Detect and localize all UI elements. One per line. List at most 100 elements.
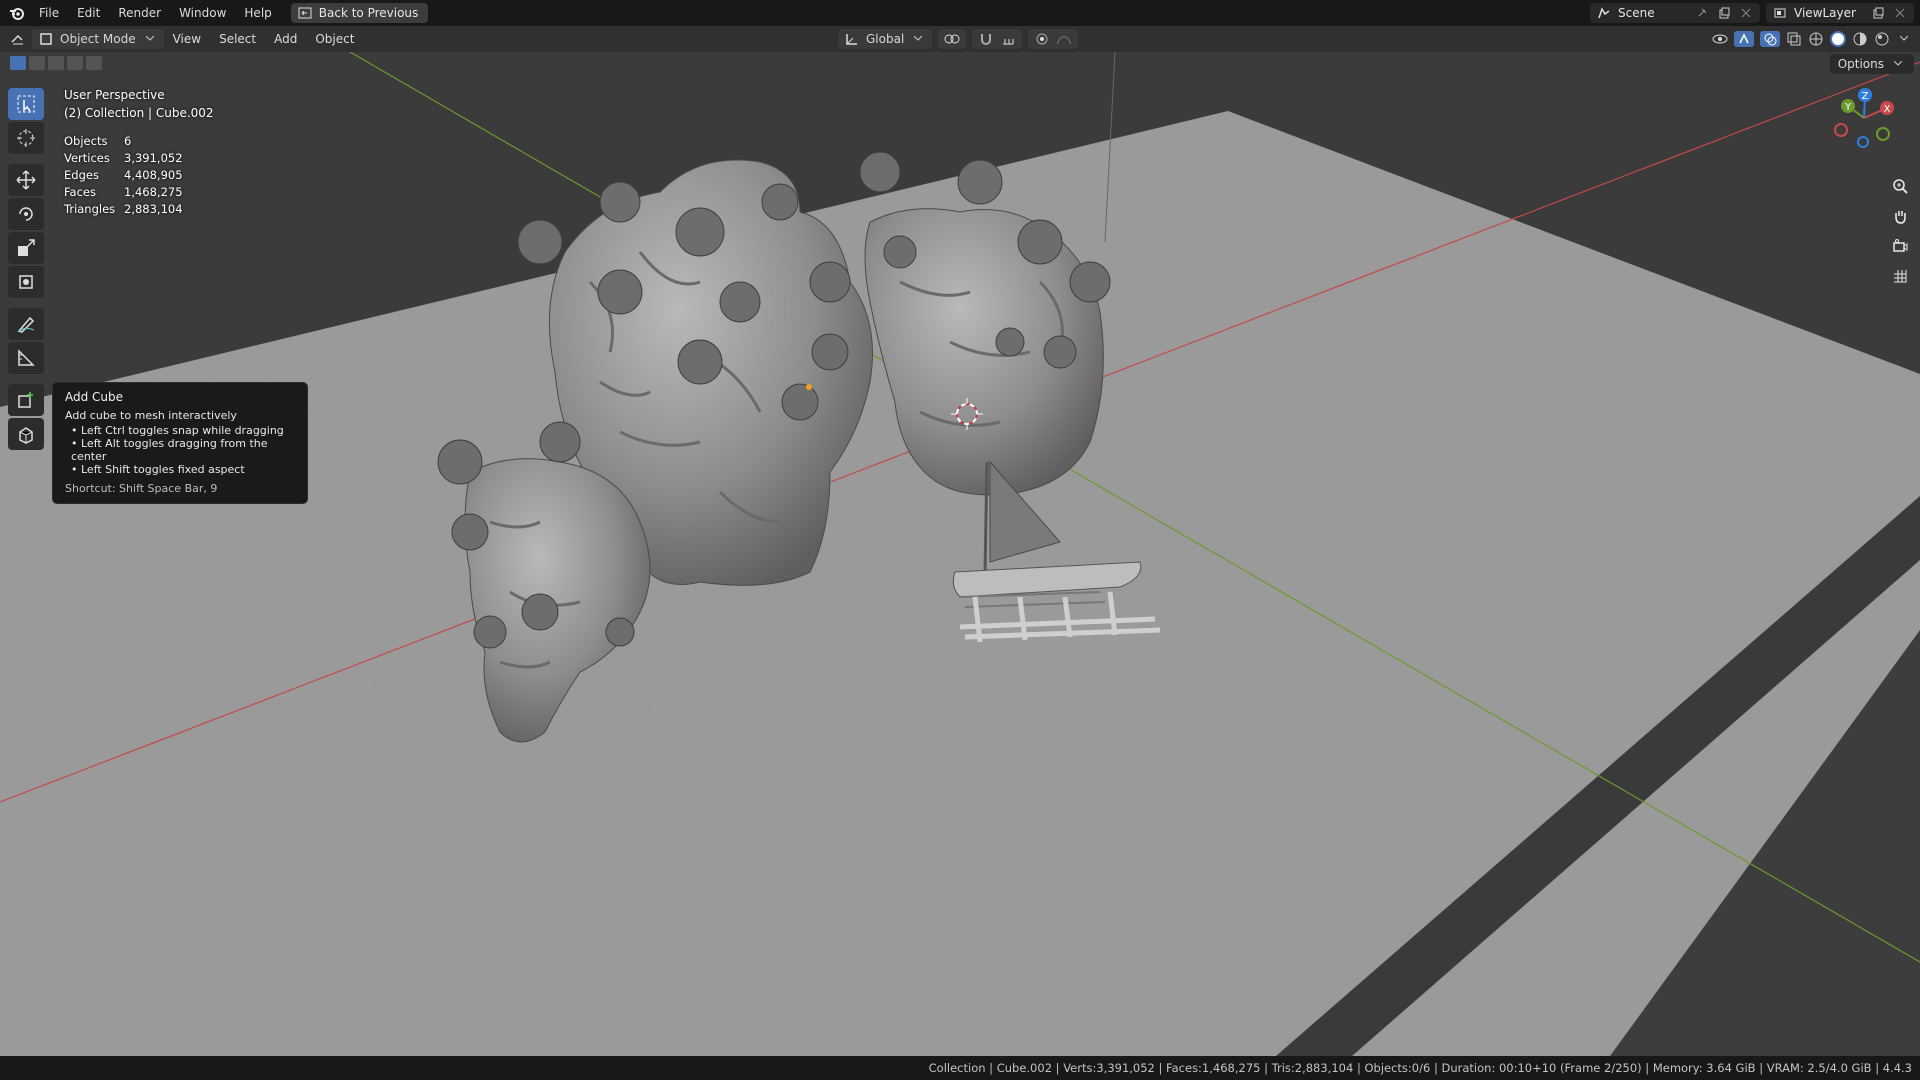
shading-options-chevron-icon[interactable] — [1896, 31, 1912, 47]
viewport-header: Object Mode View Select Add Object Globa… — [0, 26, 1920, 52]
new-scene-icon[interactable] — [1716, 5, 1732, 21]
tool-shelf — [8, 86, 48, 452]
delete-scene-icon[interactable] — [1738, 5, 1754, 21]
measure-ruler-icon — [18, 349, 35, 366]
active-object-context: (2) Collection | Cube.002 — [64, 106, 214, 120]
menu-edit[interactable]: Edit — [68, 0, 109, 26]
gizmo-toggle-icon[interactable] — [1734, 31, 1754, 47]
view-name: User Perspective — [64, 88, 165, 102]
menu-add[interactable]: Add — [265, 26, 306, 52]
top-menu-bar: File Edit Render Window Help Back to Pre… — [0, 0, 1920, 26]
visibility-selectability-icon[interactable] — [1712, 31, 1728, 47]
navigation-buttons — [1888, 168, 1912, 294]
gizmo-neg-z-icon[interactable] — [1857, 136, 1869, 148]
menu-file[interactable]: File — [30, 0, 68, 26]
view-layer-name: ViewLayer — [1794, 6, 1856, 20]
view-layer-icon — [1772, 5, 1788, 21]
menu-view[interactable]: View — [164, 26, 210, 52]
add-cube-tooltip: Add Cube Add cube to mesh interactively … — [52, 382, 308, 504]
proportional-editing-controls[interactable] — [1028, 29, 1079, 49]
rendered-shading-icon[interactable] — [1874, 31, 1890, 47]
cursor-icon — [17, 129, 35, 147]
chevron-down-icon — [910, 31, 926, 47]
gizmo-neg-x-icon[interactable] — [1834, 123, 1848, 137]
select-box-tool[interactable] — [8, 88, 44, 120]
hand-pan-icon — [1895, 211, 1906, 224]
xray-toggle-icon[interactable] — [1786, 31, 1802, 47]
camera-icon — [1893, 239, 1908, 252]
magnet-icon[interactable] — [978, 31, 994, 47]
annotate-pencil-icon — [17, 316, 35, 333]
options-label: Options — [1837, 57, 1884, 71]
scale-icon — [18, 239, 35, 256]
delete-view-layer-icon[interactable] — [1892, 5, 1908, 21]
editor-type-icon[interactable] — [10, 31, 26, 47]
select-extend-icon[interactable] — [29, 56, 45, 70]
stat-row: Triangles 2,883,104 — [64, 200, 183, 217]
3d-viewport[interactable]: Options User Perspective (2) Collection … — [0, 52, 1920, 1056]
transform-orientation-dropdown[interactable]: Global — [838, 29, 933, 49]
options-dropdown[interactable]: Options — [1829, 54, 1914, 74]
blender-logo-icon[interactable] — [4, 0, 30, 26]
snapping-controls[interactable] — [972, 29, 1023, 49]
proportional-edit-icon[interactable] — [1034, 31, 1050, 47]
stat-row: Faces 1,468,275 — [64, 183, 183, 200]
transform-icon — [19, 275, 33, 289]
status-bar: Collection | Cube.002 | Verts:3,391,052 … — [0, 1056, 1920, 1080]
transform-tool[interactable] — [8, 266, 44, 298]
add-cube-tool[interactable] — [8, 384, 44, 416]
stat-label: Triangles — [64, 201, 116, 216]
snap-increment-icon[interactable] — [1000, 31, 1016, 47]
menu-window[interactable]: Window — [170, 0, 235, 26]
chevron-down-icon — [142, 31, 158, 47]
gizmo-y-label: Y — [1844, 102, 1852, 113]
view-layer-selector[interactable]: ViewLayer — [1766, 3, 1914, 23]
stat-value: 1,468,275 — [124, 184, 183, 199]
measure-tool[interactable] — [8, 342, 44, 374]
move-tool[interactable] — [8, 164, 44, 196]
menu-help[interactable]: Help — [235, 0, 280, 26]
camera-view-button[interactable] — [1888, 234, 1912, 258]
tooltip-bullet: • Left Ctrl toggles snap while dragging — [71, 424, 284, 437]
menu-render[interactable]: Render — [109, 0, 170, 26]
stat-row: Edges 4,408,905 — [64, 166, 183, 183]
back-to-previous-button[interactable]: Back to Previous — [290, 3, 429, 23]
navigation-gizmo[interactable]: Z X Y — [1832, 82, 1902, 152]
tooltip-bullet: • Left Shift toggles fixed aspect — [71, 463, 245, 476]
select-invert-icon[interactable] — [67, 56, 83, 70]
annotate-tool[interactable] — [8, 308, 44, 340]
gizmo-neg-y-icon[interactable] — [1876, 127, 1890, 141]
stat-value: 4,408,905 — [124, 167, 183, 182]
gizmo-z-label: Z — [1862, 91, 1869, 102]
menu-object[interactable]: Object — [306, 26, 363, 52]
overlays-toggle-icon[interactable] — [1760, 31, 1780, 47]
select-intersect-icon[interactable] — [86, 56, 102, 70]
pan-view-button[interactable] — [1888, 204, 1912, 228]
zoom-view-button[interactable] — [1888, 174, 1912, 198]
add-cube-icon — [18, 392, 33, 408]
pivot-point-dropdown[interactable] — [938, 29, 967, 49]
rotate-tool[interactable] — [8, 198, 44, 230]
solid-shading-icon[interactable] — [1830, 31, 1846, 47]
select-new-icon[interactable] — [10, 56, 26, 70]
material-preview-icon[interactable] — [1852, 31, 1868, 47]
toggle-ortho-button[interactable] — [1888, 264, 1912, 288]
falloff-curve-icon[interactable] — [1056, 31, 1072, 47]
pivot-icon — [944, 31, 960, 47]
cursor-tool[interactable] — [8, 122, 44, 154]
scene-selector[interactable]: Scene — [1590, 3, 1760, 23]
select-subtract-icon[interactable] — [48, 56, 64, 70]
scale-tool[interactable] — [8, 232, 44, 264]
new-view-layer-icon[interactable] — [1870, 5, 1886, 21]
magnifier-zoom-icon — [1893, 179, 1908, 194]
add-primitive-tool[interactable] — [8, 418, 44, 450]
pin-icon[interactable] — [1694, 5, 1710, 21]
wireframe-shading-icon[interactable] — [1808, 31, 1824, 47]
object-mode-dropdown[interactable]: Object Mode — [32, 29, 164, 49]
chevron-down-icon — [1890, 56, 1906, 72]
stat-label: Objects — [64, 133, 108, 148]
object-mode-label: Object Mode — [60, 32, 136, 46]
stat-row: Objects 6 — [64, 132, 183, 149]
select-box-icon — [17, 95, 35, 113]
menu-select[interactable]: Select — [210, 26, 265, 52]
